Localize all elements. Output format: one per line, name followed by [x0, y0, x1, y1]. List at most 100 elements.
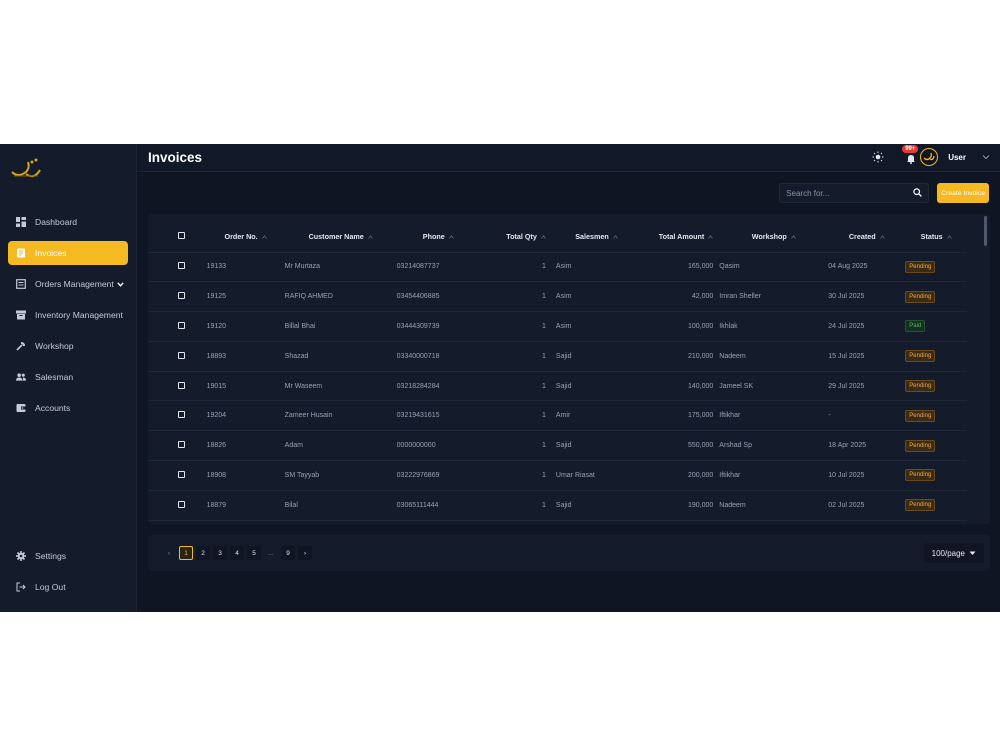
sidebar-nav: Dashboard Invoices Orders Management Invent… — [0, 210, 136, 427]
table-row[interactable]: 19015 Mr Waseem 03218284284 1 Sajid 140,000 Ja… — [148, 371, 967, 402]
row-checkbox[interactable] — [178, 351, 185, 359]
column-header-created[interactable]: Created — [828, 222, 906, 253]
status-badge: Pending — [905, 290, 936, 303]
select-all-checkbox[interactable] — [178, 232, 185, 240]
page-button-5[interactable]: 5 — [247, 546, 261, 560]
logout-icon — [16, 582, 26, 592]
cell-order: 19204 — [206, 400, 285, 432]
sort-arrow-icon[interactable] — [879, 235, 885, 241]
user-avatar[interactable] — [920, 148, 939, 166]
row-checkbox[interactable] — [178, 411, 185, 419]
sidebar-item-invoices[interactable]: Invoices — [8, 241, 128, 265]
table-row[interactable]: 18879 Bilal 03065111444 1 Sajid 190,000 Nadeem… — [148, 490, 967, 521]
pagination-ellipsis[interactable]: ... — [264, 546, 278, 560]
page-button-2[interactable]: 2 — [196, 546, 210, 560]
page-button-4[interactable]: 4 — [230, 546, 244, 560]
invoice-icon — [16, 248, 26, 258]
notification-bell-icon[interactable]: 99+ — [902, 145, 919, 164]
cell-amount: 42,000 — [637, 281, 720, 313]
prev-page-button[interactable]: ‹ — [162, 546, 176, 560]
select-all-column — [148, 222, 207, 253]
dashboard-icon — [16, 217, 26, 227]
column-header-workshop[interactable]: Workshop — [719, 222, 829, 253]
column-header-order-no[interactable]: Order No. — [206, 222, 285, 253]
sort-arrow-icon[interactable] — [261, 235, 267, 241]
column-header-total-amount[interactable]: Total Amount — [637, 222, 720, 253]
table-row[interactable]: 18826 Adam 0000000000 1 Sajid 550,000 Arshad S… — [148, 430, 967, 462]
row-checkbox[interactable] — [178, 441, 185, 449]
accounts-icon — [16, 403, 26, 413]
sort-arrow-icon[interactable] — [946, 235, 952, 241]
cell-created: 15 Jul 2025 — [828, 341, 906, 372]
sort-arrow-icon[interactable] — [790, 235, 796, 241]
cell-customer: Zameer Husain — [284, 400, 397, 432]
cell-qty: 1 — [479, 252, 556, 283]
cell-salesman: Asim — [555, 281, 638, 313]
column-header-customer-name[interactable]: Customer Name — [284, 222, 397, 253]
column-header-label: Status — [920, 232, 943, 242]
salesman-icon — [16, 372, 26, 382]
table-row[interactable]: 18908 SM Tayyab 03222976869 1 Umar Riasat 200… — [148, 460, 967, 491]
sidebar-item-inventory-management[interactable]: Inventory Management — [8, 303, 128, 327]
row-checkbox[interactable] — [178, 381, 185, 389]
cell-amount: 550,000 — [637, 430, 720, 462]
sort-arrow-icon[interactable] — [367, 235, 373, 241]
table-row[interactable]: 19120 Billal Bhai 03444309739 1 Asim 100,000 I… — [148, 311, 967, 342]
sort-arrow-icon[interactable] — [448, 235, 454, 241]
sidebar-item-settings[interactable]: Settings — [8, 544, 128, 568]
row-select-cell — [148, 341, 207, 372]
cell-qty: 1 — [479, 460, 556, 491]
cell-salesman: Amir — [555, 400, 638, 432]
sidebar-item-accounts[interactable]: Accounts — [8, 396, 128, 420]
sidebar-item-orders-management[interactable]: Orders Management — [8, 272, 128, 296]
theme-toggle-sun-icon[interactable] — [872, 151, 884, 163]
next-page-button[interactable]: › — [298, 546, 312, 560]
search-input[interactable] — [786, 188, 897, 198]
sidebar-item-dashboard[interactable]: Dashboard — [8, 210, 128, 234]
page-size-select[interactable]: 100/page — [923, 543, 984, 563]
cell-order: 19015 — [206, 371, 285, 402]
sort-arrow-icon[interactable] — [708, 235, 714, 241]
row-checkbox[interactable] — [178, 262, 185, 270]
page-button-9[interactable]: 9 — [281, 546, 295, 560]
cell-phone: 03444309739 — [396, 311, 480, 342]
table-row[interactable]: 19125 RAFIQ AHMED 03454406885 1 Asim 42,000 Im… — [148, 281, 967, 313]
sort-arrow-icon[interactable] — [612, 235, 618, 241]
row-checkbox[interactable] — [178, 321, 185, 329]
row-checkbox[interactable] — [178, 500, 185, 508]
column-header-phone[interactable]: Phone — [396, 222, 480, 253]
row-checkbox[interactable] — [178, 292, 185, 300]
orders-icon — [16, 279, 26, 289]
column-header-total-qty[interactable]: Total Qty — [479, 222, 556, 253]
table-row[interactable]: 19204 Zameer Husain 03219431615 1 Amir 175,00… — [148, 400, 967, 432]
table-row[interactable]: 18893 Shazad 03340000718 1 Sajid 210,000 Nadee… — [148, 341, 967, 372]
sort-arrow-icon[interactable] — [541, 235, 546, 241]
caret-down-icon — [969, 549, 976, 558]
sidebar-item-salesman[interactable]: Salesman — [8, 365, 128, 389]
table-row[interactable]: 19133 Mr Murtaza 03214087737 1 Asim 165,000 Qa… — [148, 252, 967, 283]
chevron-down-icon[interactable] — [117, 280, 124, 289]
cell-status: Pending — [905, 460, 967, 491]
row-checkbox[interactable] — [178, 470, 185, 478]
page-button-1[interactable]: 1 — [179, 546, 193, 560]
search-icon[interactable] — [913, 184, 923, 202]
column-header-status[interactable]: Status — [905, 222, 967, 253]
cell-created: 10 Jul 2025 — [828, 460, 906, 491]
user-name[interactable]: User — [948, 153, 966, 162]
sidebar-item-log-out[interactable]: Log Out — [8, 575, 128, 599]
sidebar-item-label: Salesman — [35, 372, 74, 382]
page-button-3[interactable]: 3 — [213, 546, 227, 560]
column-header-label: Total Qty — [506, 232, 537, 242]
cell-phone: 03219431615 — [396, 400, 480, 432]
table-body: 19133 Mr Murtaza 03214087737 1 Asim 165,000 Qa… — [148, 252, 967, 521]
table-scrollbar[interactable] — [984, 216, 987, 246]
user-menu-chevron-down-icon[interactable] — [982, 153, 990, 162]
column-header-salesmen[interactable]: Salesmen — [555, 222, 638, 253]
sidebar-item-label: Workshop — [35, 341, 74, 351]
sidebar-item-workshop[interactable]: Workshop — [8, 334, 128, 358]
sidebar: Dashboard Invoices Orders Management Invent… — [0, 144, 137, 612]
cell-order: 18908 — [206, 460, 285, 491]
create-invoice-button[interactable]: Create Invoice — [937, 183, 989, 203]
sidebar-item-label: Dashboard — [35, 217, 78, 227]
cell-status: Pending — [905, 371, 967, 402]
